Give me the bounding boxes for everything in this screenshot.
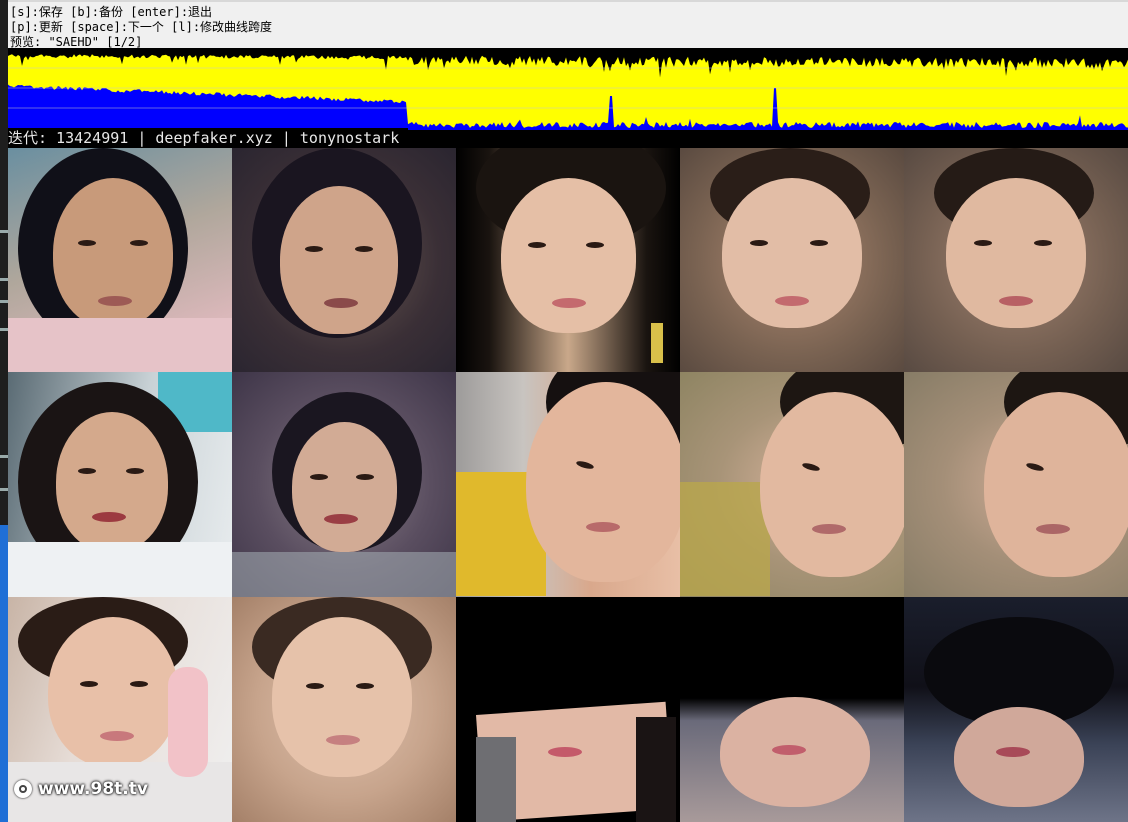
hotkey-info-panel: [s]:保存 [b]:备份 [enter]:退出 [p]:更新 [space]:…: [8, 0, 1128, 49]
preview-cell-dst-reconstructed: [680, 148, 904, 372]
preview-cell-dst-original: [456, 597, 680, 822]
preview-cell-dst-reconstructed: [680, 372, 904, 597]
training-preview-window[interactable]: [s]:保存 [b]:备份 [enter]:退出 [p]:更新 [space]:…: [8, 0, 1128, 822]
preview-cell-src-original: [8, 148, 232, 372]
preview-cell-src-original: [8, 372, 232, 597]
preview-cell-dst-swapped: [904, 372, 1128, 597]
preview-cell-dst-reconstructed: [680, 597, 904, 822]
status-bar: 迭代: 13424991 | deepfaker.xyz | tonynosta…: [8, 128, 408, 148]
taskbar-fragment: [0, 525, 8, 822]
background-text-fragment: [0, 278, 8, 281]
hotkey-line-save-backup-exit: [s]:保存 [b]:备份 [enter]:退出: [10, 5, 213, 19]
background-text-fragment: [0, 488, 8, 491]
background-text-fragment: [0, 328, 8, 331]
background-window-edge: [0, 0, 8, 822]
preview-cell-dst-original: [456, 372, 680, 597]
watermark-text: www.98t.tv: [38, 779, 148, 799]
preview-cell-src-reconstructed: [232, 148, 456, 372]
background-text-fragment: [0, 455, 8, 458]
iteration-status-text: 迭代: 13424991 | deepfaker.xyz | tonynosta…: [8, 129, 400, 147]
loss-history-graph: [8, 48, 1128, 130]
preview-cell-dst-swapped: [904, 148, 1128, 372]
background-text-fragment: [0, 300, 8, 303]
preview-cell-dst-swapped: [904, 597, 1128, 822]
watermark: www.98t.tv: [14, 778, 148, 800]
preview-cell-src-reconstructed: [232, 372, 456, 597]
preview-cell-dst-original: [456, 148, 680, 372]
hotkey-line-update-next-span: [p]:更新 [space]:下一个 [l]:修改曲线跨度: [10, 20, 273, 34]
background-text-fragment: [0, 230, 8, 233]
preview-cell-src-reconstructed: [232, 597, 456, 822]
camera-lens-icon: [14, 780, 32, 798]
preview-grid: [8, 148, 1128, 822]
